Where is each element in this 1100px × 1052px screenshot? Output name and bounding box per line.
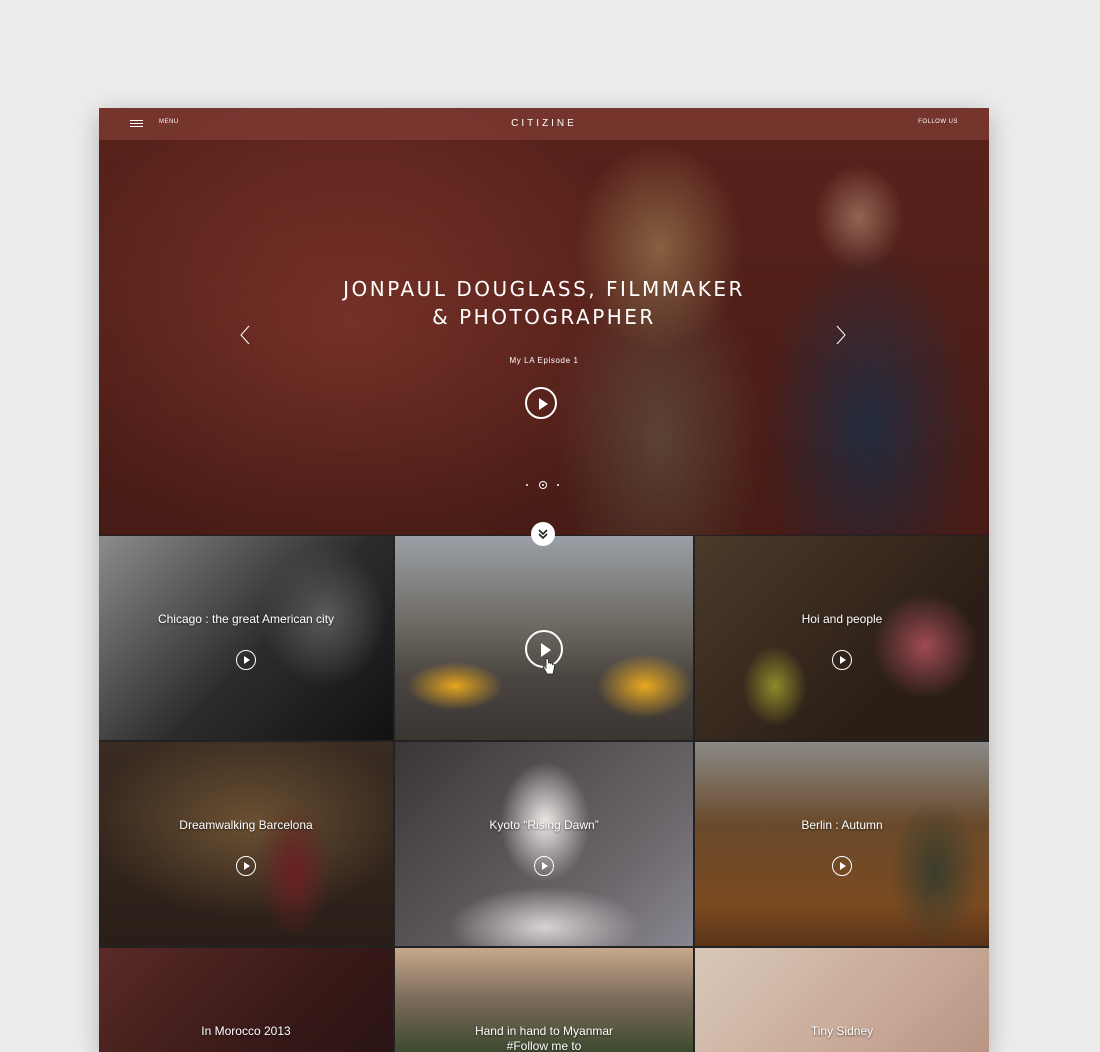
follow-us-link[interactable]: FOLLOW US — [918, 119, 958, 125]
play-icon[interactable] — [236, 650, 256, 670]
play-icon[interactable] — [832, 856, 852, 876]
hand-pointer-icon — [542, 658, 555, 675]
hero-play-icon[interactable] — [525, 387, 557, 419]
video-tile[interactable]: Berlin : Autumn — [695, 742, 989, 946]
tile-caption: In Morocco 2013 — [201, 1024, 291, 1038]
hero-title: JONPAUL DOUGLASS, FILMMAKER & PHOTOGRAPH… — [99, 275, 989, 331]
tile-caption: Tiny Sidney — [810, 1024, 874, 1038]
play-icon[interactable] — [534, 856, 554, 876]
play-icon[interactable] — [832, 650, 852, 670]
slider-dot[interactable] — [557, 484, 559, 486]
hero-slider: MENU CITIZINE FOLLOW US JONPAUL DOUGLASS… — [99, 108, 989, 535]
tile-caption: Dreamwalking Barcelona — [179, 818, 313, 832]
video-tile[interactable] — [395, 536, 693, 740]
tile-caption-line-1: Hand in hand to Myanmar — [474, 1024, 614, 1038]
tile-caption-line-2: #Follow me to — [506, 1039, 582, 1052]
tile-caption: Kyoto “Rising Dawn” — [489, 818, 599, 832]
chevron-left-icon[interactable] — [239, 324, 251, 346]
hero-title-line-2: & PHOTOGRAPHER — [432, 305, 656, 329]
slider-dot[interactable] — [526, 484, 528, 486]
page-frame: MENU CITIZINE FOLLOW US JONPAUL DOUGLASS… — [99, 108, 989, 1052]
double-chevron-down-icon[interactable] — [531, 522, 555, 546]
video-tile[interactable]: Hoi and people — [695, 536, 989, 740]
tile-caption: Chicago : the great American city — [157, 612, 335, 626]
top-bar: MENU CITIZINE FOLLOW US — [99, 108, 989, 140]
video-tile[interactable]: Chicago : the great American city — [99, 536, 393, 740]
tile-caption: Hoi and people — [801, 612, 883, 626]
slider-dot-active[interactable] — [539, 481, 547, 489]
video-tile[interactable]: Kyoto “Rising Dawn” — [395, 742, 693, 946]
hero-title-line-1: JONPAUL DOUGLASS, FILMMAKER — [343, 277, 745, 301]
video-tile[interactable]: Tiny Sidney — [695, 948, 989, 1052]
tile-caption: Berlin : Autumn — [801, 818, 883, 832]
slider-dots — [522, 480, 562, 490]
video-grid: Chicago : the great American city Hoi an… — [99, 536, 989, 1052]
video-tile[interactable]: Hand in hand to Myanmar #Follow me to — [395, 948, 693, 1052]
play-icon[interactable] — [236, 856, 256, 876]
video-tile[interactable]: Dreamwalking Barcelona — [99, 742, 393, 946]
hero-subtitle: My LA Episode 1 — [509, 356, 579, 365]
tile-caption: Hand in hand to Myanmar #Follow me to — [395, 1024, 693, 1052]
brand-logo[interactable]: CITIZINE — [99, 118, 989, 129]
chevron-right-icon[interactable] — [835, 324, 847, 346]
video-tile[interactable]: In Morocco 2013 — [99, 948, 393, 1052]
